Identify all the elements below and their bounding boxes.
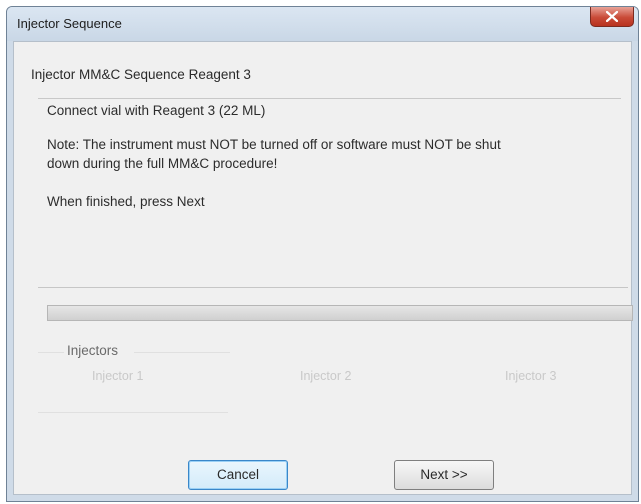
injector-3-checkbox[interactable]: Injector 3 <box>505 369 556 383</box>
finish-instruction-text: When finished, press Next <box>47 194 205 209</box>
injector-2-checkbox[interactable]: Injector 2 <box>300 369 351 383</box>
groupbox-border-right <box>134 352 230 353</box>
message-panel: Connect vial with Reagent 3 (22 ML) Note… <box>38 97 628 288</box>
note-text-line-1: Note: The instrument must NOT be turned … <box>47 137 501 152</box>
close-button[interactable] <box>590 7 634 27</box>
dialog-window: Injector Sequence Injector MM&C Sequence… <box>6 6 639 502</box>
title-bar[interactable]: Injector Sequence <box>7 7 638 41</box>
next-button[interactable]: Next >> <box>394 460 494 490</box>
dialog-content: Injector MM&C Sequence Reagent 3 Connect… <box>13 41 633 495</box>
groupbox-border-bottom <box>38 412 228 413</box>
groupbox-border-left <box>38 352 64 353</box>
sequence-title: Injector MM&C Sequence Reagent 3 <box>31 67 251 82</box>
close-icon <box>606 11 618 22</box>
window-title: Injector Sequence <box>17 16 122 31</box>
note-text-line-2: down during the full MM&C procedure! <box>47 156 278 171</box>
cancel-button[interactable]: Cancel <box>188 460 288 490</box>
injector-1-checkbox[interactable]: Injector 1 <box>92 369 143 383</box>
injectors-group-label: Injectors <box>65 343 121 358</box>
progress-bar <box>47 305 633 321</box>
instruction-text: Connect vial with Reagent 3 (22 ML) <box>47 103 266 118</box>
